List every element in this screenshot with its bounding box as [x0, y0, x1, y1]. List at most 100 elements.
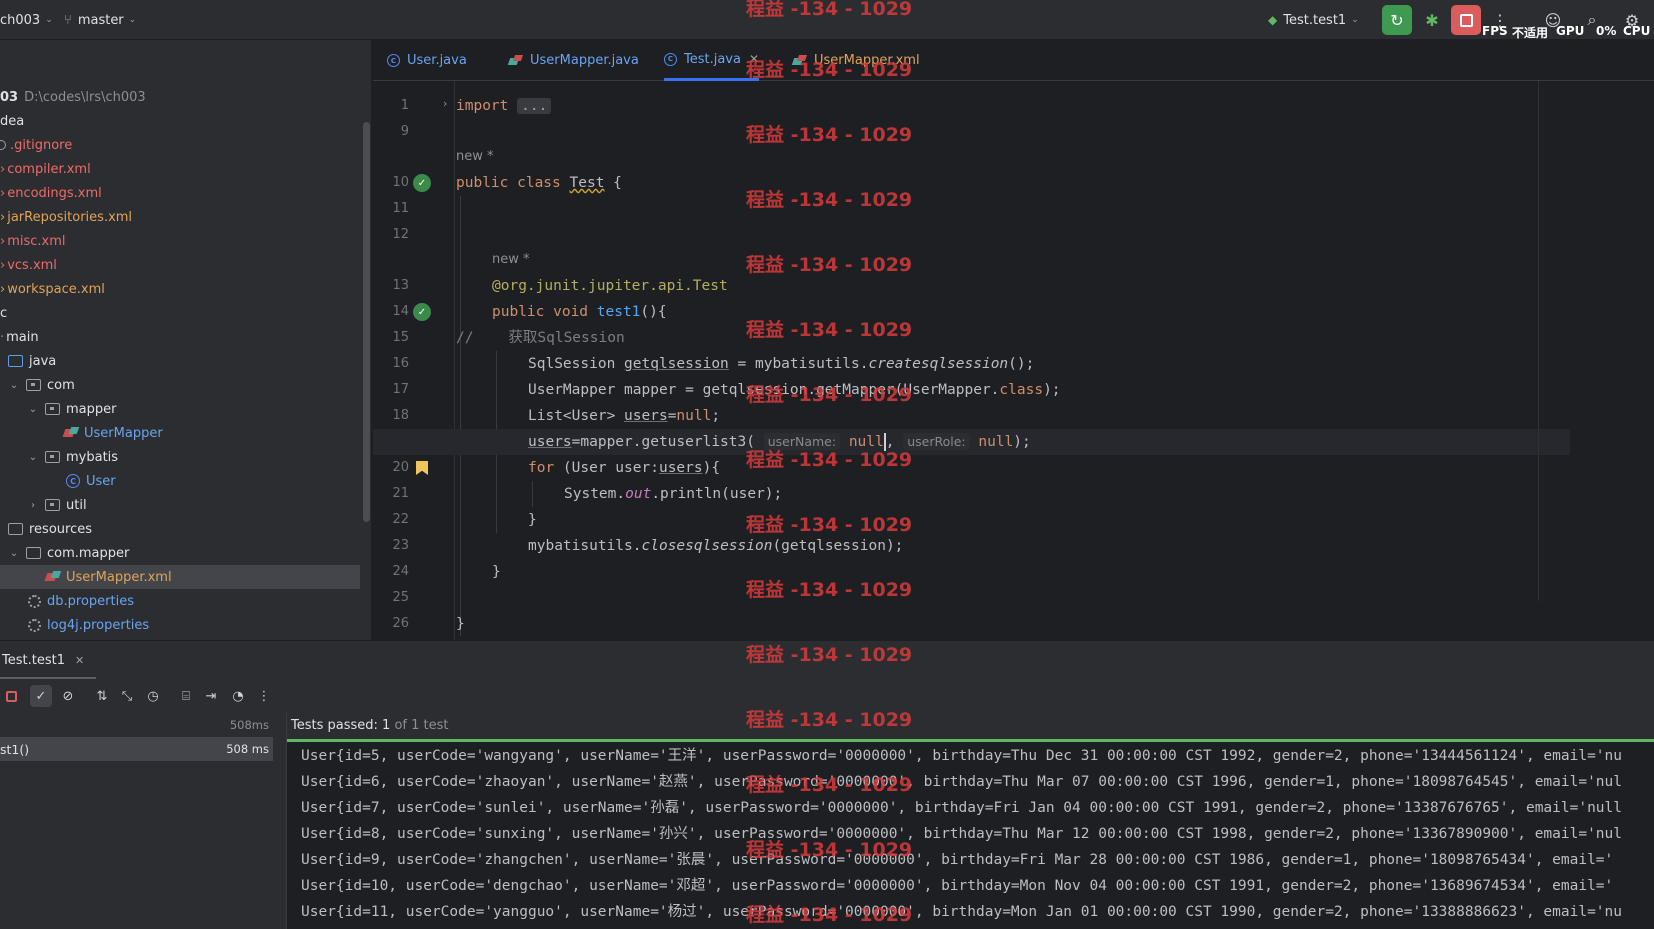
mybatis-mapper-icon: [64, 427, 78, 439]
tab-test-java[interactable]: C Test.java ✕: [664, 40, 760, 81]
static-method: closesqlsession: [641, 538, 773, 554]
run-tab-test-test1[interactable]: Test.test1 ✕: [0, 641, 84, 679]
show-passed-icon[interactable]: ✓: [30, 685, 52, 707]
code-text: ();: [1008, 356, 1035, 372]
code-area[interactable]: import ... new * public class Test { new…: [373, 81, 1636, 640]
git-branch-icon: ⑂: [64, 12, 72, 28]
tree-item-java[interactable]: java: [0, 349, 360, 373]
mybatis-xml-icon: [793, 55, 807, 67]
java-class-icon: C: [66, 474, 80, 488]
collapse-icon[interactable]: ⤡: [116, 685, 138, 707]
stop-icon[interactable]: [0, 685, 22, 707]
tree-item-idea[interactable]: dea: [0, 109, 360, 133]
close-icon[interactable]: ✕: [75, 654, 84, 667]
tree-item-label: vcs.xml: [7, 257, 57, 273]
package-icon: [45, 451, 60, 463]
project-selector[interactable]: ch003 ⌄: [0, 0, 53, 40]
history-clock-icon[interactable]: ◷: [142, 685, 164, 707]
tree-item-label: mybatis: [66, 449, 119, 465]
tree-item-main[interactable]: · main: [0, 325, 360, 349]
chevron-down-icon[interactable]: ⌄: [27, 404, 39, 415]
chevron-down-icon[interactable]: ⌄: [8, 380, 20, 391]
line-number: 9: [400, 124, 409, 139]
folded-imports[interactable]: ...: [517, 98, 552, 114]
line-number: 10: [392, 175, 409, 190]
console-output[interactable]: Tests passed: 1 of 1 test User{id=5, use…: [286, 713, 1654, 929]
console-line: User{id=6, userCode='zhaoyan', userName=…: [301, 774, 1623, 790]
tree-item-vcs-xml[interactable]: › vcs.xml: [0, 253, 360, 277]
code-text: UserMapper mapper = getqlsession.getMapp…: [528, 382, 1000, 398]
tree-item-label: com.mapper: [47, 545, 130, 561]
keyword: public void: [492, 304, 589, 320]
project-scrollbar[interactable]: [363, 122, 370, 522]
tree-root[interactable]: 03 D:\codes\lrs\ch003: [0, 85, 360, 109]
debug-button[interactable]: ✱: [1417, 5, 1447, 35]
java-class-icon: C: [664, 52, 677, 66]
run-config-selector[interactable]: ◆ Test.test1 ⌄: [1268, 0, 1359, 40]
camera-icon[interactable]: ⌸: [175, 685, 197, 707]
author-hint: new *: [456, 149, 494, 164]
tree-item-workspace-xml[interactable]: › workspace.xml: [0, 277, 360, 301]
export-icon[interactable]: ⇥: [200, 685, 222, 707]
keyword: null: [978, 434, 1014, 450]
xml-file-icon: ›: [0, 161, 6, 177]
branch-selector[interactable]: ⑂ master ⌄: [64, 0, 136, 40]
bookmark-icon[interactable]: [413, 459, 431, 477]
tree-item-misc-xml[interactable]: › misc.xml: [0, 229, 360, 253]
sort-icon[interactable]: ⇅: [91, 685, 113, 707]
tree-item-com-mapper[interactable]: ⌄ com.mapper: [0, 541, 360, 565]
tree-item-resources[interactable]: resources: [0, 517, 360, 541]
tab-usermapper-java[interactable]: UserMapper.java: [509, 40, 639, 81]
tree-item-db-properties[interactable]: db.properties: [0, 589, 360, 613]
line-number: 11: [392, 201, 409, 216]
code-line-10: public class Test {: [456, 170, 622, 196]
keyword: import: [456, 98, 509, 114]
tree-item-label: main: [6, 329, 39, 345]
tree-item-usermapper[interactable]: UserMapper: [0, 421, 360, 445]
variable: users: [658, 460, 703, 476]
tree-item-encodings-xml[interactable]: › encodings.xml: [0, 181, 360, 205]
run-tool-window: Test.test1 ✕ ✓ ⊘ ⇅ ⤡ ◷ ⌸ ⇥ ◔ ⋮ 508ms st1…: [0, 640, 1654, 929]
coverage-icon[interactable]: ◔: [227, 685, 249, 707]
fold-icon[interactable]: ›: [443, 97, 447, 110]
code-line-1: import ...: [456, 93, 552, 119]
tree-item-com[interactable]: ⌄ com: [0, 373, 360, 397]
rerun-button[interactable]: ↻: [1382, 5, 1412, 35]
show-ignored-icon[interactable]: ⊘: [57, 685, 79, 707]
method-name: test1: [596, 304, 641, 320]
close-icon[interactable]: ✕: [749, 52, 759, 66]
run-test-gutter-icon[interactable]: ✓: [413, 303, 431, 321]
chevron-down-icon[interactable]: ⌄: [8, 548, 20, 559]
more-actions-icon[interactable]: ⋮: [253, 685, 275, 707]
line-number: 15: [392, 330, 409, 345]
test-row-test1[interactable]: st1() 508 ms: [0, 737, 273, 761]
tree-item-mybatis[interactable]: ⌄ mybatis: [0, 445, 360, 469]
test-progress-bar: [287, 739, 1654, 742]
stop-button[interactable]: [1451, 5, 1481, 35]
folder-icon: ·: [0, 329, 5, 345]
tree-item-gitignore[interactable]: .gitignore: [0, 133, 360, 157]
tree-item-user[interactable]: C User: [0, 469, 360, 493]
folder-icon: [26, 547, 41, 559]
chevron-down-icon[interactable]: ⌄: [27, 452, 39, 463]
run-test-gutter-icon[interactable]: ✓: [413, 174, 431, 192]
chevron-right-icon[interactable]: ›: [27, 500, 39, 511]
line-number: 17: [392, 382, 409, 397]
line-number: 26: [392, 616, 409, 631]
test-root-row[interactable]: 508ms: [0, 713, 273, 737]
code-text: {: [604, 175, 622, 191]
code-line-20: for (User user:users){: [528, 455, 720, 481]
tree-item-log4j-properties[interactable]: log4j.properties: [0, 613, 360, 637]
run-tab-indicator: [0, 677, 96, 679]
tree-item-usermapper-xml[interactable]: UserMapper.xml: [0, 565, 360, 589]
tree-item-src[interactable]: c: [0, 301, 360, 325]
tree-item-util[interactable]: › util: [0, 493, 360, 517]
line-number: 18: [392, 408, 409, 423]
tree-item-mapper[interactable]: ⌄ mapper: [0, 397, 360, 421]
tree-item-jarrepositories-xml[interactable]: › jarRepositories.xml: [0, 205, 360, 229]
tree-item-label: java: [29, 353, 57, 369]
code-line-13: @org.junit.jupiter.api.Test: [492, 273, 728, 299]
tab-usermapper-xml[interactable]: UserMapper.xml: [793, 40, 920, 81]
tab-user-java[interactable]: C User.java: [387, 40, 467, 81]
tree-item-compiler-xml[interactable]: › compiler.xml: [0, 157, 360, 181]
